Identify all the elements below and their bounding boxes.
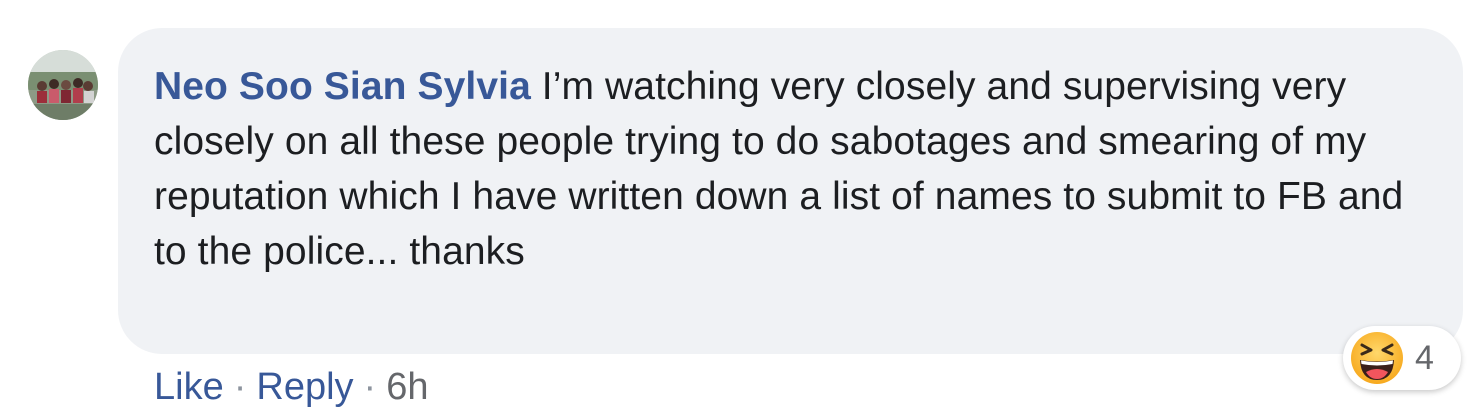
- author-name-link[interactable]: Neo Soo Sian Sylvia: [154, 65, 531, 108]
- separator-dot: ·: [363, 366, 377, 408]
- reply-button[interactable]: Reply: [256, 366, 353, 408]
- comment-body: Neo Soo Sian Sylvia I’m watching very cl…: [154, 59, 1427, 279]
- comment-actions: Like · Reply · 6h: [154, 362, 428, 412]
- comment-bubble: Neo Soo Sian Sylvia I’m watching very cl…: [118, 28, 1463, 354]
- laughing-face-emoji-icon: [1351, 332, 1403, 384]
- reaction-count: 4: [1415, 338, 1434, 377]
- separator-dot: ·: [233, 366, 247, 408]
- like-button[interactable]: Like: [154, 366, 224, 408]
- profile-photo-image: [28, 50, 98, 120]
- timestamp-link[interactable]: 6h: [386, 366, 428, 408]
- reactions-badge[interactable]: 4: [1343, 326, 1461, 390]
- avatar[interactable]: [28, 50, 98, 120]
